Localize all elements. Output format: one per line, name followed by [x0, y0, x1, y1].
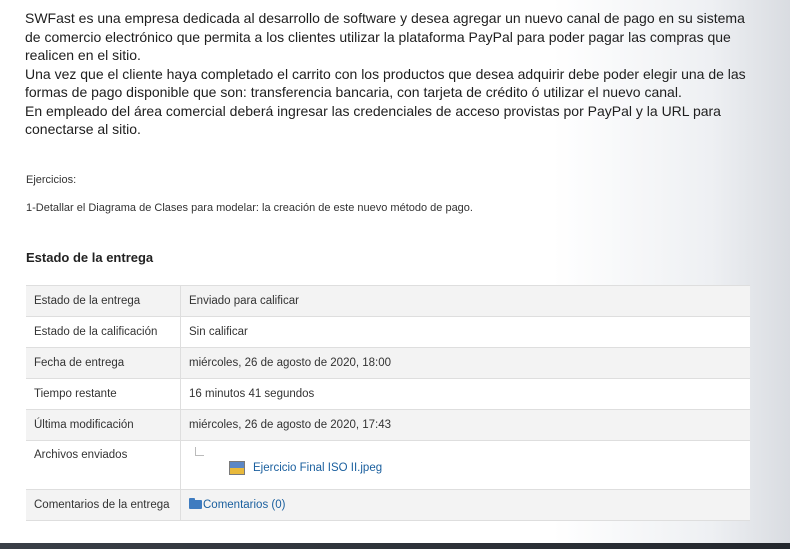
- row-value: miércoles, 26 de agosto de 2020, 18:00: [180, 347, 750, 379]
- table-row: Comentarios de la entrega Comentarios (0…: [26, 489, 750, 521]
- section-title: Estado de la entrega: [26, 250, 154, 265]
- tree-connector: [195, 447, 204, 456]
- file-tree: Ejercicio Final ISO II.jpeg: [189, 447, 750, 483]
- row-key: Estado de la entrega: [26, 285, 181, 317]
- row-value: Enviado para calificar: [180, 285, 750, 317]
- row-value: 16 minutos 41 segundos: [180, 378, 750, 410]
- files-cell: Ejercicio Final ISO II.jpeg: [180, 440, 750, 490]
- submission-status-table: Estado de la entrega Enviado para califi…: [26, 285, 750, 521]
- description-paragraph: SWFast es una empresa dedicada al desarr…: [25, 10, 745, 63]
- image-file-icon: [229, 461, 245, 475]
- description-paragraph: En empleado del área comercial deberá in…: [25, 102, 721, 138]
- comments-link[interactable]: Comentarios (0): [189, 498, 286, 511]
- row-key: Archivos enviados: [26, 440, 181, 490]
- folder-icon: [189, 498, 202, 509]
- table-row: Estado de la calificación Sin calificar: [26, 316, 750, 348]
- table-row: Última modificación miércoles, 26 de ago…: [26, 409, 750, 441]
- table-row: Fecha de entrega miércoles, 26 de agosto…: [26, 347, 750, 379]
- bottom-edge: [0, 543, 790, 549]
- row-key: Comentarios de la entrega: [26, 489, 181, 521]
- table-row: Tiempo restante 16 minutos 41 segundos: [26, 378, 750, 410]
- table-row: Estado de la entrega Enviado para califi…: [26, 285, 750, 317]
- row-key: Estado de la calificación: [26, 316, 181, 348]
- description-paragraph: Una vez que el cliente haya completado e…: [25, 65, 746, 101]
- row-value: Sin calificar: [180, 316, 750, 348]
- row-value: miércoles, 26 de agosto de 2020, 17:43: [180, 409, 750, 441]
- comments-cell: Comentarios (0): [180, 489, 750, 521]
- submitted-file-link[interactable]: Ejercicio Final ISO II.jpeg: [229, 461, 382, 475]
- row-key: Tiempo restante: [26, 378, 181, 410]
- row-key: Última modificación: [26, 409, 181, 441]
- row-key: Fecha de entrega: [26, 347, 181, 379]
- file-name: Ejercicio Final ISO II.jpeg: [253, 462, 383, 474]
- assignment-description: SWFast es una empresa dedicada al desarr…: [25, 9, 760, 139]
- table-row: Archivos enviados Ejercicio Final ISO II…: [26, 440, 750, 490]
- exercises-label: Ejercicios:: [26, 174, 77, 186]
- exercise-item: 1-Detallar el Diagrama de Clases para mo…: [26, 202, 473, 214]
- comments-label: Comentarios (0): [203, 499, 286, 511]
